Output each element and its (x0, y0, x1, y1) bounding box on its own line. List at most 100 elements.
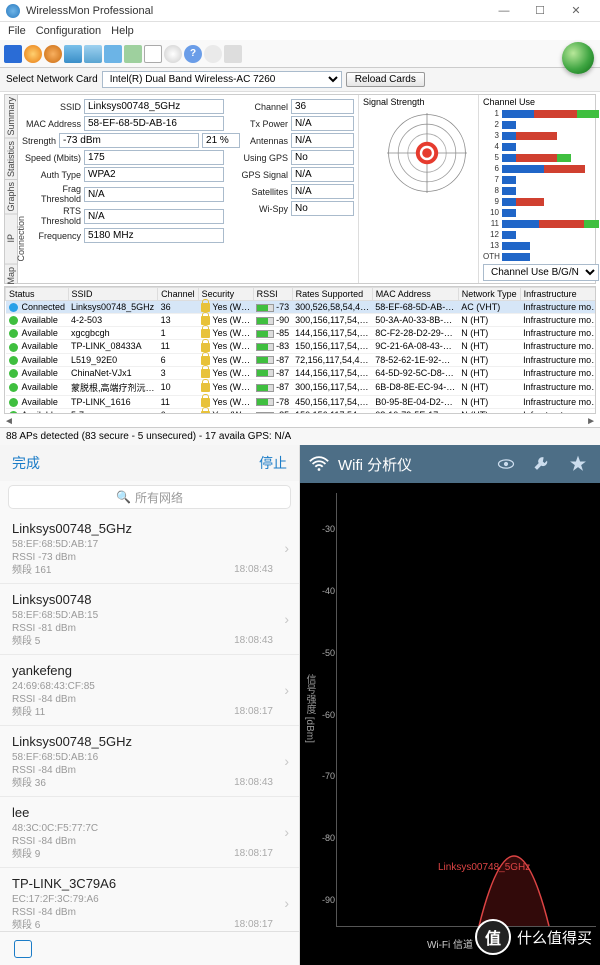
reload-button[interactable]: Reload Cards (346, 72, 425, 87)
table-row[interactable]: Availablexgcgbcgh1 Yes (W…-85144,156,117… (6, 327, 597, 340)
net-time: 18:08:43 (234, 564, 273, 575)
table-row[interactable]: Available4-2-50313 Yes (W…-90300,156,117… (6, 314, 597, 327)
field-label: Wi-Spy (232, 204, 288, 214)
col-header[interactable]: SSID (68, 288, 158, 301)
network-item[interactable]: lee48:3C:0C:F5:77:7CRSSI -84 dBm频段 918:0… (0, 797, 299, 868)
network-item[interactable]: Linksys00748_5GHz58:EF:68:5D:AB:16RSSI -… (0, 726, 299, 797)
net-name: Linksys00748_5GHz (12, 734, 287, 749)
menu-help[interactable]: Help (111, 25, 134, 37)
done-button[interactable]: 完成 (12, 453, 40, 473)
lock-icon (201, 329, 210, 338)
table-row[interactable]: AvailableL519_92E06 Yes (W…-8772,156,117… (6, 353, 597, 366)
menu-config[interactable]: Configuration (36, 25, 101, 37)
network-item[interactable]: Linksys00748_5GHz58:EF:68:5D:AB:17RSSI -… (0, 513, 299, 584)
status-dot (9, 383, 18, 392)
net-time: 18:08:43 (234, 635, 273, 646)
col-header[interactable]: RSSI (253, 288, 292, 301)
toolbar: ? (0, 40, 600, 68)
field-value[interactable] (84, 167, 224, 182)
net-rssi: RSSI -84 dBm (12, 906, 287, 919)
ap-table-wrap[interactable]: StatusSSIDChannelSecurityRSSIRates Suppo… (4, 286, 596, 414)
doc-icon[interactable] (144, 45, 162, 63)
eye-icon[interactable] (492, 450, 520, 478)
network-item[interactable]: Linksys0074858:EF:68:5D:AB:15RSSI -81 dB… (0, 584, 299, 655)
rssi-bar-icon (256, 330, 274, 338)
tab-statistics[interactable]: Statistics (5, 139, 17, 180)
table-row[interactable]: Available5-76 Yes (W…-85150,156,117,54,…… (6, 408, 597, 414)
wrench-icon[interactable] (528, 450, 556, 478)
globe-two-icon[interactable] (44, 45, 62, 63)
table-row[interactable]: Available蒙脱根,高端疗剂沅…10 Yes (W…-87300,156,… (6, 379, 597, 395)
help-icon[interactable]: ? (184, 45, 202, 63)
minimize-button[interactable]: — (486, 1, 522, 21)
close-button[interactable]: ✕ (558, 1, 594, 21)
status-dot (9, 369, 18, 378)
transfer-icon[interactable] (104, 45, 122, 63)
star-icon[interactable] (564, 450, 592, 478)
lock-icon (201, 398, 210, 407)
field-value[interactable] (291, 116, 354, 131)
save-icon[interactable] (4, 45, 22, 63)
fields-mid: ChannelTx PowerAntennasUsing GPSGPS Sign… (228, 95, 358, 220)
col-header[interactable]: Infrastructure (520, 288, 596, 301)
col-header[interactable]: Rates Supported (292, 288, 372, 301)
chevron-right-icon: › (284, 824, 289, 840)
card-select[interactable]: Intel(R) Dual Band Wireless-AC 7260 (102, 71, 342, 88)
info-icon[interactable] (204, 45, 222, 63)
field-value[interactable] (291, 201, 354, 216)
copy-icon[interactable] (224, 45, 242, 63)
menubar: File Configuration Help (0, 22, 600, 40)
menu-file[interactable]: File (8, 25, 26, 37)
signal-label: Signal Strength (363, 97, 425, 107)
net-time: 18:08:43 (234, 777, 273, 788)
tab-map[interactable]: Map (5, 265, 17, 288)
col-header[interactable]: Status (6, 288, 69, 301)
field-value[interactable] (84, 116, 224, 131)
tab-ipconn[interactable]: IP Connection (5, 214, 17, 265)
tab-graphs[interactable]: Graphs (5, 180, 17, 215)
col-header[interactable]: Network Type (458, 288, 520, 301)
field-value[interactable] (84, 150, 224, 165)
analyzer-panel: Wifi 分析仪 信号强度 [dBm] -30-40-50-60-70-80-9… (300, 445, 600, 965)
network-item[interactable]: yankefeng24:69:68:43:CF:85RSSI -84 dBm频段… (0, 655, 299, 726)
col-header[interactable]: Channel (158, 288, 199, 301)
y-tick: -70 (305, 771, 335, 781)
network-item[interactable]: TP-LINK_3C79A6EC:17:2F:3C:79:A6RSSI -84 … (0, 868, 299, 931)
select-label: Select Network Card (6, 74, 98, 85)
field-value[interactable] (291, 99, 354, 114)
field-value[interactable] (291, 167, 354, 182)
cd-icon[interactable] (164, 45, 182, 63)
chevron-right-icon: › (284, 682, 289, 698)
stop-button[interactable]: 停止 (259, 453, 287, 473)
card-icon[interactable] (124, 45, 142, 63)
field-value[interactable] (84, 187, 224, 202)
status-dot (9, 398, 18, 407)
field-value[interactable] (84, 228, 224, 243)
chan-bar (502, 143, 599, 151)
globe-orange-icon[interactable] (24, 45, 42, 63)
signal-curve (479, 836, 549, 926)
table-row[interactable]: AvailableChinaNet-VJx13 Yes (W…-87144,15… (6, 366, 597, 379)
search-input[interactable]: 🔍 所有网络 (8, 485, 291, 509)
channel-band-select[interactable]: Channel Use B/G/N (483, 264, 599, 281)
field-value[interactable] (59, 133, 199, 148)
tab-summary[interactable]: Summary (5, 95, 17, 139)
share-icon[interactable] (14, 940, 32, 958)
field-value[interactable] (291, 184, 354, 199)
chan-bar (502, 165, 599, 173)
scroll-right-icon[interactable]: ► (586, 416, 596, 427)
table-row[interactable]: ConnectedLinksys00748_5GHz36 Yes (W…-733… (6, 301, 597, 314)
col-header[interactable]: MAC Address (372, 288, 458, 301)
scroll-left-icon[interactable]: ◄ (4, 416, 14, 427)
table-row[interactable]: AvailableTP-LINK_08433A11 Yes (W…-83150,… (6, 340, 597, 353)
field-value[interactable] (291, 133, 354, 148)
table-row[interactable]: AvailableTP-LINK_161611 Yes (W…-78450,15… (6, 395, 597, 408)
field-label: Auth Type (22, 170, 81, 180)
maximize-button[interactable]: ☐ (522, 1, 558, 21)
net2-icon[interactable] (84, 45, 102, 63)
field-value[interactable] (84, 99, 224, 114)
net1-icon[interactable] (64, 45, 82, 63)
field-value[interactable] (84, 209, 224, 224)
net-time: 18:08:17 (234, 706, 273, 717)
field-value[interactable] (291, 150, 354, 165)
